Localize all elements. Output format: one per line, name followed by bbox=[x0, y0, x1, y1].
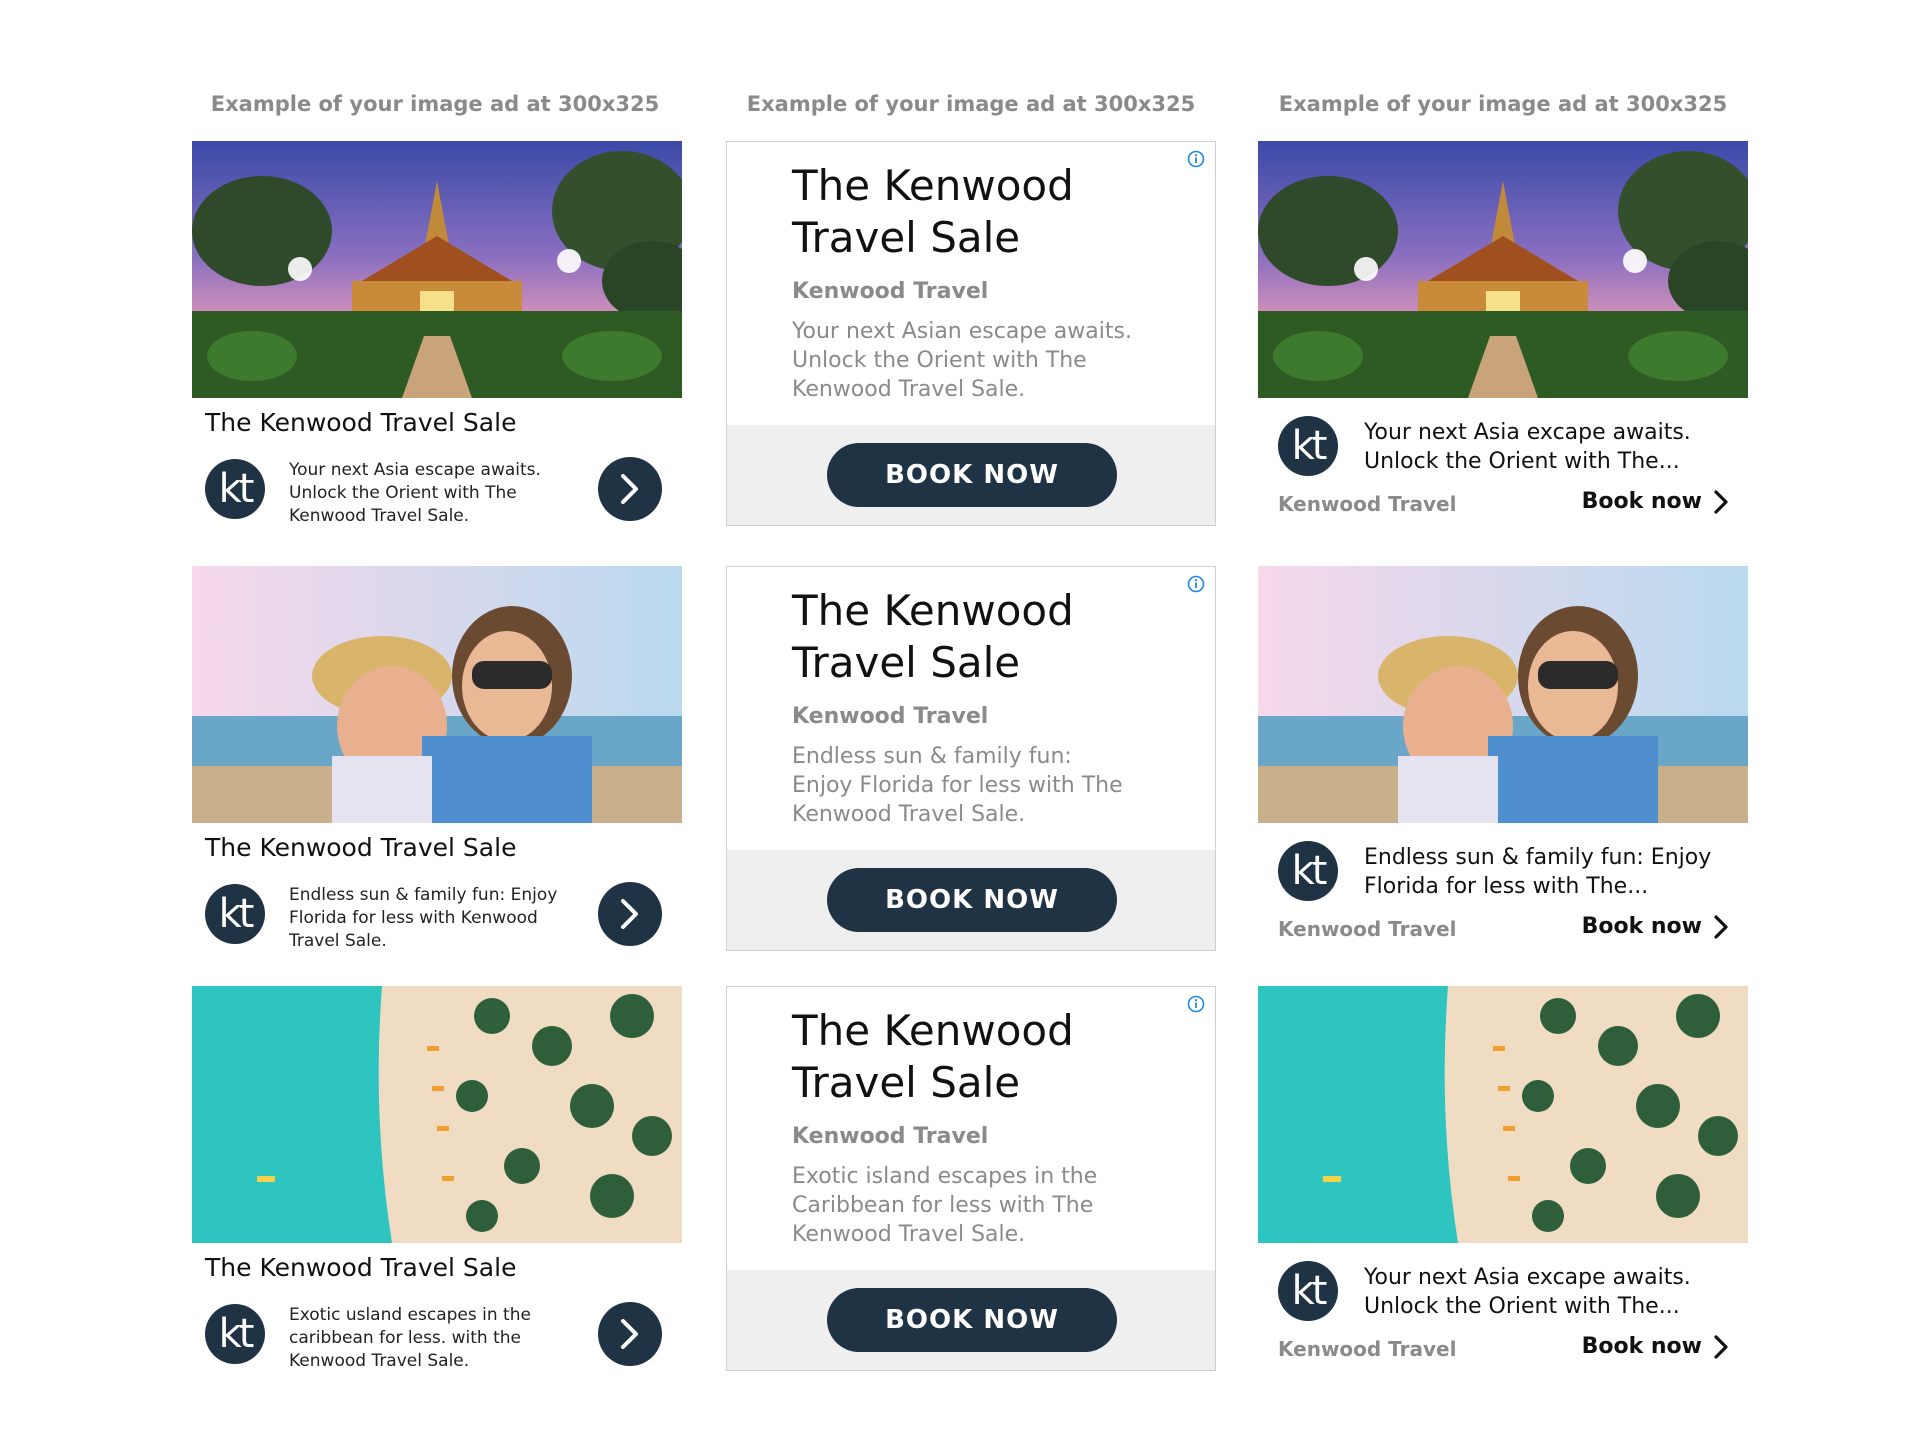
ad-description: Your next Asian escape awaits. Unlock th… bbox=[792, 319, 1132, 402]
column-heading-2: Example of your image ad at 300x325 bbox=[746, 92, 1196, 116]
info-icon[interactable] bbox=[1187, 150, 1205, 168]
advertiser-name: Kenwood Travel bbox=[792, 279, 989, 304]
arrow-button[interactable] bbox=[598, 882, 662, 946]
ad-footer: BOOK NOW bbox=[727, 1270, 1215, 1370]
image-ad-card[interactable]: The Kenwood Travel Sale kt Exotic usland… bbox=[192, 986, 682, 1371]
text-ad-card[interactable]: The Kenwood Travel Sale Kenwood Travel E… bbox=[726, 566, 1216, 951]
ad-description: Your next Asia excape awaits. Unlock the… bbox=[1364, 1265, 1691, 1319]
book-now-link[interactable]: Book now bbox=[1582, 489, 1728, 514]
advertiser-name: Kenwood Travel bbox=[1278, 917, 1457, 941]
native-ad-card[interactable]: kt Your next Asia excape awaits. Unlock … bbox=[1258, 141, 1748, 526]
chevron-right-icon bbox=[621, 1319, 638, 1349]
image-ad-card[interactable]: The Kenwood Travel Sale kt Endless sun &… bbox=[192, 566, 682, 951]
arrow-button[interactable] bbox=[598, 1302, 662, 1366]
ad-description: Endless sun & family fun: Enjoy Florida … bbox=[289, 885, 558, 951]
text-ad-card[interactable]: The Kenwood Travel Sale Kenwood Travel Y… bbox=[726, 141, 1216, 526]
native-ad-card[interactable]: kt Endless sun & family fun: Enjoy Flori… bbox=[1258, 566, 1748, 951]
info-icon[interactable] bbox=[1187, 575, 1205, 593]
column-heading-3: Example of your image ad at 300x325 bbox=[1278, 92, 1728, 116]
kids-beach-photo bbox=[1258, 566, 1748, 823]
advertiser-name: Kenwood Travel bbox=[792, 704, 989, 729]
chevron-right-icon bbox=[1714, 914, 1728, 939]
native-ad-card[interactable]: kt Your next Asia excape awaits. Unlock … bbox=[1258, 986, 1748, 1371]
ad-title: The Kenwood Travel Sale bbox=[205, 408, 517, 437]
column-heading-1: Example of your image ad at 300x325 bbox=[210, 92, 660, 116]
ad-title: The Kenwood Travel Sale bbox=[792, 1006, 1074, 1107]
book-now-button[interactable]: BOOK NOW bbox=[827, 868, 1117, 932]
arrow-button[interactable] bbox=[598, 457, 662, 521]
ad-description: Your next Asia escape awaits. Unlock the… bbox=[289, 460, 541, 526]
text-ad-card[interactable]: The Kenwood Travel Sale Kenwood Travel E… bbox=[726, 986, 1216, 1371]
ad-description: Endless sun & family fun: Enjoy Florida … bbox=[792, 744, 1123, 827]
ad-description: Endless sun & family fun: Enjoy Florida … bbox=[1364, 845, 1712, 899]
kt-logo-icon: kt bbox=[1278, 416, 1338, 476]
kt-logo-icon: kt bbox=[1278, 841, 1338, 901]
book-now-label: Book now bbox=[1581, 489, 1702, 514]
ad-description: Exotic usland escapes in the caribbean f… bbox=[289, 1305, 531, 1371]
info-icon[interactable] bbox=[1187, 995, 1205, 1013]
kt-logo-icon: kt bbox=[205, 1304, 265, 1364]
book-now-button[interactable]: BOOK NOW bbox=[827, 1288, 1117, 1352]
kt-logo-icon: kt bbox=[1278, 1261, 1338, 1321]
advertiser-name: Kenwood Travel bbox=[1278, 1337, 1457, 1361]
chevron-right-icon bbox=[1714, 489, 1728, 514]
advertiser-name: Kenwood Travel bbox=[792, 1124, 989, 1149]
ad-title: The Kenwood Travel Sale bbox=[792, 161, 1074, 262]
advertiser-name: Kenwood Travel bbox=[1278, 492, 1457, 516]
book-now-link[interactable]: Book now bbox=[1582, 914, 1728, 939]
kt-logo-icon: kt bbox=[205, 459, 265, 519]
ad-title: The Kenwood Travel Sale bbox=[205, 1253, 517, 1282]
ad-title: The Kenwood Travel Sale bbox=[792, 586, 1074, 687]
aerial-beach-photo bbox=[1258, 986, 1748, 1243]
kt-logo-icon: kt bbox=[205, 884, 265, 944]
ad-footer: BOOK NOW bbox=[727, 425, 1215, 525]
book-now-link[interactable]: Book now bbox=[1582, 1334, 1728, 1359]
aerial-beach-photo bbox=[192, 986, 682, 1243]
chevron-right-icon bbox=[621, 474, 638, 504]
image-ad-card[interactable]: The Kenwood Travel Sale kt Your next Asi… bbox=[192, 141, 682, 526]
chevron-right-icon bbox=[1714, 1334, 1728, 1359]
temple-photo bbox=[192, 141, 682, 398]
ad-footer: BOOK NOW bbox=[727, 850, 1215, 950]
temple-photo bbox=[1258, 141, 1748, 398]
ad-description: Your next Asia excape awaits. Unlock the… bbox=[1364, 420, 1691, 474]
book-now-label: Book now bbox=[1581, 1334, 1702, 1359]
chevron-right-icon bbox=[621, 899, 638, 929]
ad-description: Exotic island escapes in the Caribbean f… bbox=[792, 1164, 1098, 1247]
ad-title: The Kenwood Travel Sale bbox=[205, 833, 517, 862]
kids-beach-photo bbox=[192, 566, 682, 823]
book-now-button[interactable]: BOOK NOW bbox=[827, 443, 1117, 507]
book-now-label: Book now bbox=[1581, 914, 1702, 939]
